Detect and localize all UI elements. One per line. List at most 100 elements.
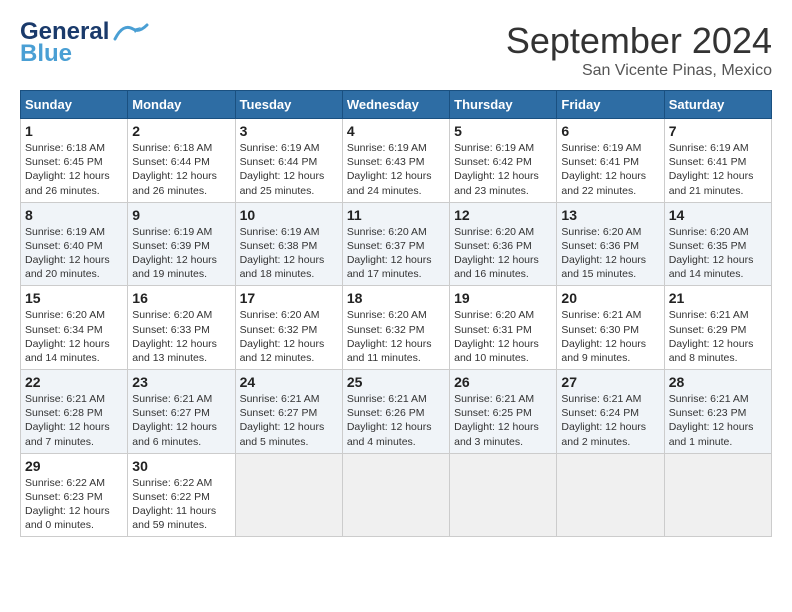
calendar-day-cell <box>235 453 342 537</box>
day-info: Sunrise: 6:19 AMSunset: 6:38 PMDaylight:… <box>240 225 338 282</box>
page-header: General Blue September 2024 San Vicente … <box>20 20 772 80</box>
day-info: Sunrise: 6:18 AMSunset: 6:45 PMDaylight:… <box>25 141 123 198</box>
logo: General Blue <box>20 20 149 68</box>
calendar-day-cell: 21Sunrise: 6:21 AMSunset: 6:29 PMDayligh… <box>664 286 771 370</box>
day-info: Sunrise: 6:21 AMSunset: 6:30 PMDaylight:… <box>561 308 659 365</box>
day-number: 18 <box>347 290 445 306</box>
day-number: 23 <box>132 374 230 390</box>
calendar-week-row: 22 Sunrise: 6:21 AMSunset: 6:28 PMDayligh… <box>21 370 772 454</box>
calendar-day-cell: 17Sunrise: 6:20 AMSunset: 6:32 PMDayligh… <box>235 286 342 370</box>
calendar-day-cell: 24 Sunrise: 6:21 AMSunset: 6:27 PMDayligh… <box>235 370 342 454</box>
calendar-week-row: 8 Sunrise: 6:19 AMSunset: 6:40 PMDaylight… <box>21 202 772 286</box>
day-info: Sunrise: 6:18 AMSunset: 6:44 PMDaylight:… <box>132 141 230 198</box>
day-number: 26 <box>454 374 552 390</box>
day-number: 13 <box>561 207 659 223</box>
day-info: Sunrise: 6:21 AMSunset: 6:23 PMDaylight:… <box>669 392 767 449</box>
day-number: 16 <box>132 290 230 306</box>
calendar-day-cell: 20 Sunrise: 6:21 AMSunset: 6:30 PMDayligh… <box>557 286 664 370</box>
day-number: 7 <box>669 123 767 139</box>
day-info: Sunrise: 6:20 AMSunset: 6:37 PMDaylight:… <box>347 225 445 282</box>
calendar-week-row: 1Sunrise: 6:18 AMSunset: 6:45 PMDaylight… <box>21 119 772 203</box>
calendar-day-cell: 29 Sunrise: 6:22 AMSunset: 6:23 PMDayligh… <box>21 453 128 537</box>
day-number: 5 <box>454 123 552 139</box>
calendar-header-row: Sunday Monday Tuesday Wednesday Thursday… <box>21 91 772 119</box>
calendar-day-cell: 13 Sunrise: 6:20 AMSunset: 6:36 PMDayligh… <box>557 202 664 286</box>
day-number: 21 <box>669 290 767 306</box>
day-info: Sunrise: 6:19 AMSunset: 6:41 PMDaylight:… <box>561 141 659 198</box>
day-number: 29 <box>25 458 123 474</box>
header-sunday: Sunday <box>21 91 128 119</box>
day-info: Sunrise: 6:22 AMSunset: 6:22 PMDaylight:… <box>132 476 230 533</box>
calendar-day-cell <box>664 453 771 537</box>
day-number: 30 <box>132 458 230 474</box>
calendar-table: Sunday Monday Tuesday Wednesday Thursday… <box>20 90 772 537</box>
day-number: 11 <box>347 207 445 223</box>
calendar-day-cell: 16 Sunrise: 6:20 AMSunset: 6:33 PMDayligh… <box>128 286 235 370</box>
calendar-day-cell: 14Sunrise: 6:20 AMSunset: 6:35 PMDayligh… <box>664 202 771 286</box>
day-number: 28 <box>669 374 767 390</box>
day-info: Sunrise: 6:19 AMSunset: 6:43 PMDaylight:… <box>347 141 445 198</box>
calendar-day-cell: 1Sunrise: 6:18 AMSunset: 6:45 PMDaylight… <box>21 119 128 203</box>
day-info: Sunrise: 6:21 AMSunset: 6:28 PMDaylight:… <box>25 392 123 449</box>
day-info: Sunrise: 6:21 AMSunset: 6:24 PMDaylight:… <box>561 392 659 449</box>
header-thursday: Thursday <box>450 91 557 119</box>
title-area: September 2024 San Vicente Pinas, Mexico <box>506 20 772 80</box>
day-number: 15 <box>25 290 123 306</box>
day-number: 6 <box>561 123 659 139</box>
calendar-day-cell <box>342 453 449 537</box>
calendar-day-cell <box>450 453 557 537</box>
calendar-day-cell: 10 Sunrise: 6:19 AMSunset: 6:38 PMDayligh… <box>235 202 342 286</box>
calendar-day-cell: 6 Sunrise: 6:19 AMSunset: 6:41 PMDaylight… <box>557 119 664 203</box>
calendar-week-row: 29 Sunrise: 6:22 AMSunset: 6:23 PMDayligh… <box>21 453 772 537</box>
day-number: 4 <box>347 123 445 139</box>
logo-text-blue: Blue <box>20 40 72 68</box>
day-number: 19 <box>454 290 552 306</box>
day-info: Sunrise: 6:22 AMSunset: 6:23 PMDaylight:… <box>25 476 123 533</box>
calendar-day-cell: 30 Sunrise: 6:22 AMSunset: 6:22 PMDayligh… <box>128 453 235 537</box>
month-title: September 2024 <box>506 20 772 62</box>
day-info: Sunrise: 6:21 AMSunset: 6:25 PMDaylight:… <box>454 392 552 449</box>
header-tuesday: Tuesday <box>235 91 342 119</box>
calendar-day-cell: 9Sunrise: 6:19 AMSunset: 6:39 PMDaylight… <box>128 202 235 286</box>
calendar-week-row: 15 Sunrise: 6:20 AMSunset: 6:34 PMDayligh… <box>21 286 772 370</box>
day-info: Sunrise: 6:21 AMSunset: 6:27 PMDaylight:… <box>240 392 338 449</box>
day-info: Sunrise: 6:20 AMSunset: 6:36 PMDaylight:… <box>454 225 552 282</box>
calendar-day-cell: 12 Sunrise: 6:20 AMSunset: 6:36 PMDayligh… <box>450 202 557 286</box>
day-info: Sunrise: 6:20 AMSunset: 6:34 PMDaylight:… <box>25 308 123 365</box>
day-info: Sunrise: 6:20 AMSunset: 6:32 PMDaylight:… <box>347 308 445 365</box>
calendar-day-cell: 23Sunrise: 6:21 AMSunset: 6:27 PMDayligh… <box>128 370 235 454</box>
day-number: 2 <box>132 123 230 139</box>
calendar-day-cell: 2 Sunrise: 6:18 AMSunset: 6:44 PMDaylight… <box>128 119 235 203</box>
day-number: 25 <box>347 374 445 390</box>
day-number: 27 <box>561 374 659 390</box>
day-number: 12 <box>454 207 552 223</box>
day-number: 8 <box>25 207 123 223</box>
day-info: Sunrise: 6:19 AMSunset: 6:40 PMDaylight:… <box>25 225 123 282</box>
location: San Vicente Pinas, Mexico <box>506 62 772 80</box>
day-info: Sunrise: 6:19 AMSunset: 6:44 PMDaylight:… <box>240 141 338 198</box>
day-info: Sunrise: 6:20 AMSunset: 6:36 PMDaylight:… <box>561 225 659 282</box>
day-number: 3 <box>240 123 338 139</box>
day-number: 9 <box>132 207 230 223</box>
calendar-day-cell: 25 Sunrise: 6:21 AMSunset: 6:26 PMDayligh… <box>342 370 449 454</box>
calendar-day-cell: 3 Sunrise: 6:19 AMSunset: 6:44 PMDaylight… <box>235 119 342 203</box>
day-number: 17 <box>240 290 338 306</box>
day-number: 10 <box>240 207 338 223</box>
calendar-day-cell: 18 Sunrise: 6:20 AMSunset: 6:32 PMDayligh… <box>342 286 449 370</box>
header-friday: Friday <box>557 91 664 119</box>
calendar-day-cell: 4 Sunrise: 6:19 AMSunset: 6:43 PMDaylight… <box>342 119 449 203</box>
day-number: 22 <box>25 374 123 390</box>
day-info: Sunrise: 6:20 AMSunset: 6:33 PMDaylight:… <box>132 308 230 365</box>
calendar-day-cell: 7 Sunrise: 6:19 AMSunset: 6:41 PMDaylight… <box>664 119 771 203</box>
calendar-day-cell: 26 Sunrise: 6:21 AMSunset: 6:25 PMDayligh… <box>450 370 557 454</box>
day-number: 24 <box>240 374 338 390</box>
header-monday: Monday <box>128 91 235 119</box>
day-info: Sunrise: 6:19 AMSunset: 6:41 PMDaylight:… <box>669 141 767 198</box>
day-number: 20 <box>561 290 659 306</box>
calendar-day-cell: 19Sunrise: 6:20 AMSunset: 6:31 PMDayligh… <box>450 286 557 370</box>
calendar-day-cell: 22 Sunrise: 6:21 AMSunset: 6:28 PMDayligh… <box>21 370 128 454</box>
calendar-day-cell: 27 Sunrise: 6:21 AMSunset: 6:24 PMDayligh… <box>557 370 664 454</box>
calendar-day-cell: 11 Sunrise: 6:20 AMSunset: 6:37 PMDayligh… <box>342 202 449 286</box>
day-info: Sunrise: 6:20 AMSunset: 6:35 PMDaylight:… <box>669 225 767 282</box>
day-info: Sunrise: 6:21 AMSunset: 6:26 PMDaylight:… <box>347 392 445 449</box>
